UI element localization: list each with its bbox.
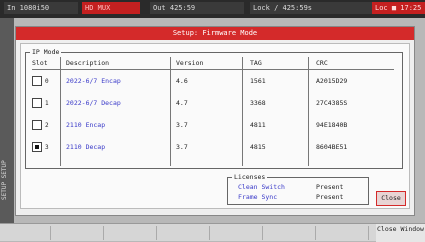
clock-indicator: Loc ■ 17:25: [372, 2, 425, 14]
slot-number: 2: [45, 122, 49, 129]
firmware-description: 2110 Decap: [66, 143, 106, 151]
license-name: Frame Sync: [238, 193, 278, 201]
slot-3-checkbox[interactable]: [32, 142, 42, 152]
license-name: Clean Switch: [238, 183, 285, 191]
close-button[interactable]: Close: [376, 191, 406, 206]
soft-key[interactable]: [0, 226, 51, 240]
output-format-indicator: Out 425:59: [150, 2, 244, 14]
slot-number: 1: [45, 100, 49, 107]
slot-0-checkbox[interactable]: [32, 76, 42, 86]
firmware-tag: 4815: [250, 143, 266, 151]
firmware-version: 4.6: [176, 77, 188, 85]
firmware-version: 4.7: [176, 99, 188, 107]
header-slot: Slot: [32, 59, 48, 67]
slot-2-checkbox[interactable]: [32, 120, 42, 130]
licenses-group: Licenses Clean Switch Present Frame Sync…: [227, 173, 369, 205]
header-crc: CRC: [316, 59, 328, 67]
table-row[interactable]: 3 2110 Decap 3.7 4815 8604BE51: [26, 139, 402, 159]
header-description: Description: [66, 59, 110, 67]
firmware-crc: 27C4385S: [316, 99, 348, 107]
header-version: Version: [176, 59, 204, 67]
slot-number: 0: [45, 78, 49, 85]
soft-key-bar: Close Window: [0, 223, 425, 242]
firmware-crc: A2015D29: [316, 77, 348, 85]
ip-mode-legend: IP Mode: [30, 48, 62, 56]
dialog-body: IP Mode Slot Description Version TAG CRC…: [20, 43, 410, 209]
side-panel-label: SETUP SETUP: [1, 160, 8, 200]
mux-indicator: HD MUX: [82, 2, 140, 14]
lock-indicator: Lock / 425:59s: [250, 2, 374, 14]
soft-key[interactable]: [159, 226, 210, 240]
firmware-version: 3.7: [176, 143, 188, 151]
soft-key[interactable]: [265, 226, 316, 240]
header-tag: TAG: [250, 59, 262, 67]
slot-number: 3: [45, 144, 49, 151]
firmware-tag: 4811: [250, 121, 266, 129]
soft-key[interactable]: [106, 226, 157, 240]
header-divider: [32, 69, 394, 70]
soft-key[interactable]: [318, 226, 369, 240]
firmware-description: 2022-6/7 Decap: [66, 99, 121, 107]
firmware-description: 2022-6/7 Encap: [66, 77, 121, 85]
license-status: Present: [316, 183, 344, 191]
license-status: Present: [316, 193, 344, 201]
ip-mode-group: IP Mode Slot Description Version TAG CRC…: [25, 48, 403, 169]
table-row[interactable]: 0 2022-6/7 Encap 4.6 1561 A2015D29: [26, 73, 402, 93]
firmware-description: 2110 Encap: [66, 121, 106, 129]
slot-1-checkbox[interactable]: [32, 98, 42, 108]
dialog-title: Setup: Firmware Mode: [16, 27, 414, 40]
firmware-tag: 3368: [250, 99, 266, 107]
table-row[interactable]: 1 2022-6/7 Decap 4.7 3368 27C4385S: [26, 95, 402, 115]
input-format-indicator: In 1080i50: [4, 2, 78, 14]
soft-key[interactable]: [53, 226, 104, 240]
licenses-legend: Licenses: [232, 173, 268, 181]
firmware-crc: 94E1840B: [316, 121, 348, 129]
firmware-tag: 1561: [250, 77, 266, 85]
close-window-button[interactable]: Close Window: [376, 224, 425, 242]
firmware-crc: 8604BE51: [316, 143, 348, 151]
soft-key[interactable]: [212, 226, 263, 240]
status-bar: In 1080i50 HD MUX Out 425:59 Lock / 425:…: [0, 0, 425, 18]
table-row[interactable]: 2 2110 Encap 3.7 4811 94E1840B: [26, 117, 402, 137]
firmware-version: 3.7: [176, 121, 188, 129]
firmware-mode-dialog: Setup: Firmware Mode IP Mode Slot Descri…: [15, 26, 415, 216]
